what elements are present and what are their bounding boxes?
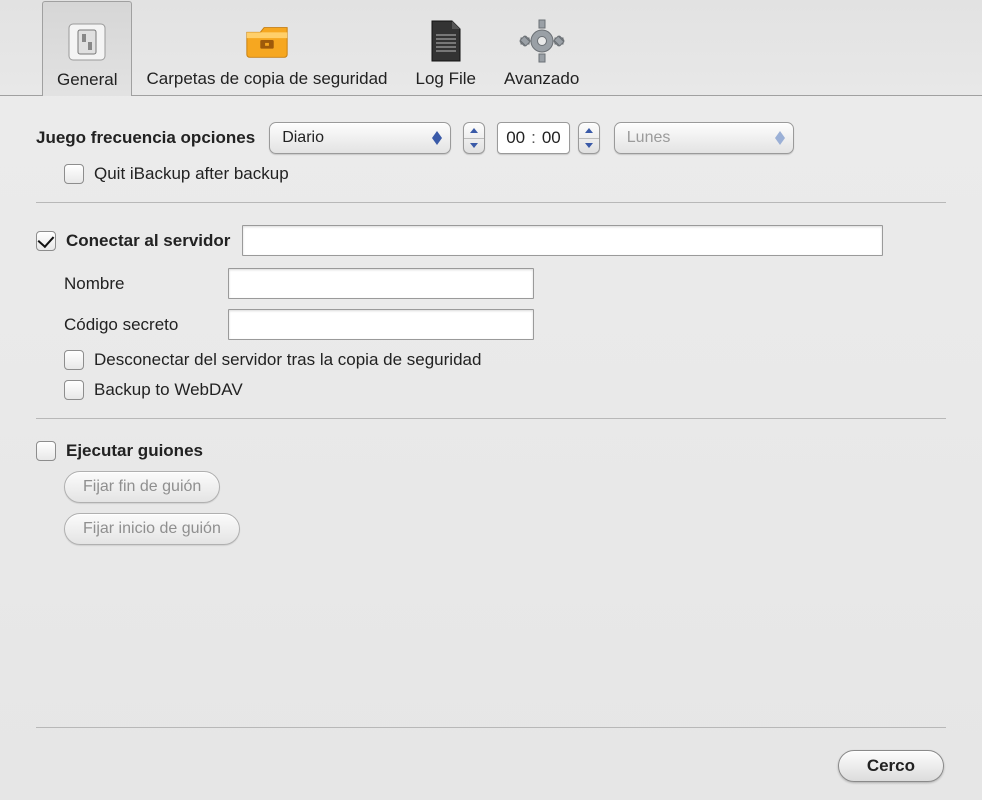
footer-divider bbox=[36, 727, 946, 728]
tab-label: Avanzado bbox=[504, 69, 579, 89]
chevron-updown-icon bbox=[773, 127, 787, 149]
run-scripts-label: Ejecutar guiones bbox=[66, 441, 203, 461]
webdav-row: Backup to WebDAV bbox=[64, 380, 946, 400]
day-popup[interactable]: Lunes bbox=[614, 122, 794, 154]
frequency-stepper-1[interactable] bbox=[463, 122, 485, 154]
time-stepper[interactable] bbox=[578, 122, 600, 154]
footer: Cerco bbox=[0, 750, 982, 782]
toolbar: General Carpetas de copia de seguridad bbox=[0, 0, 982, 96]
name-row: Nombre bbox=[64, 268, 946, 299]
secret-label: Código secreto bbox=[64, 315, 214, 335]
disconnect-checkbox[interactable] bbox=[64, 350, 84, 370]
run-scripts-checkbox[interactable] bbox=[36, 441, 56, 461]
time-field[interactable]: 00 : 00 bbox=[497, 122, 570, 154]
connect-checkbox[interactable] bbox=[36, 231, 56, 251]
chevron-updown-icon bbox=[430, 127, 444, 149]
divider bbox=[36, 418, 946, 419]
folder-icon bbox=[243, 17, 291, 65]
time-minute: 00 bbox=[542, 128, 561, 148]
name-input[interactable] bbox=[228, 268, 534, 299]
scripts-row: Ejecutar guiones bbox=[36, 441, 946, 461]
tab-advanced[interactable]: Avanzado bbox=[490, 0, 593, 95]
panel-advanced: Juego frecuencia opciones Diario 00 : 00 bbox=[0, 96, 982, 545]
quit-checkbox[interactable] bbox=[64, 164, 84, 184]
time-hour: 00 bbox=[506, 128, 525, 148]
tab-label: Carpetas de copia de seguridad bbox=[146, 69, 387, 89]
close-button[interactable]: Cerco bbox=[838, 750, 944, 782]
quit-label: Quit iBackup after backup bbox=[94, 164, 289, 184]
general-icon bbox=[63, 18, 111, 66]
server-address-input[interactable] bbox=[242, 225, 883, 256]
webdav-label: Backup to WebDAV bbox=[94, 380, 243, 400]
set-end-script-button[interactable]: Fijar fin de guión bbox=[64, 471, 220, 503]
frequency-row: Juego frecuencia opciones Diario 00 : 00 bbox=[36, 122, 946, 154]
logfile-icon bbox=[422, 17, 470, 65]
gear-icon bbox=[518, 17, 566, 65]
name-label: Nombre bbox=[64, 274, 214, 294]
webdav-checkbox[interactable] bbox=[64, 380, 84, 400]
frequency-selected: Diario bbox=[282, 129, 334, 147]
frequency-label: Juego frecuencia opciones bbox=[36, 128, 255, 148]
set-start-script-button[interactable]: Fijar inicio de guión bbox=[64, 513, 240, 545]
day-selected: Lunes bbox=[627, 129, 681, 147]
disconnect-row: Desconectar del servidor tras la copia d… bbox=[64, 350, 946, 370]
tab-label: General bbox=[57, 70, 117, 90]
tab-backup-folders[interactable]: Carpetas de copia de seguridad bbox=[132, 0, 401, 95]
tab-general[interactable]: General bbox=[42, 1, 132, 96]
connect-label: Conectar al servidor bbox=[66, 231, 230, 251]
connect-row: Conectar al servidor bbox=[36, 225, 946, 256]
tab-log-file[interactable]: Log File bbox=[401, 0, 489, 95]
secret-input[interactable] bbox=[228, 309, 534, 340]
frequency-popup[interactable]: Diario bbox=[269, 122, 451, 154]
disconnect-label: Desconectar del servidor tras la copia d… bbox=[94, 350, 481, 370]
time-sep: : bbox=[525, 128, 542, 148]
tab-label: Log File bbox=[415, 69, 475, 89]
secret-row: Código secreto bbox=[64, 309, 946, 340]
quit-after-row: Quit iBackup after backup bbox=[64, 164, 946, 184]
divider bbox=[36, 202, 946, 203]
